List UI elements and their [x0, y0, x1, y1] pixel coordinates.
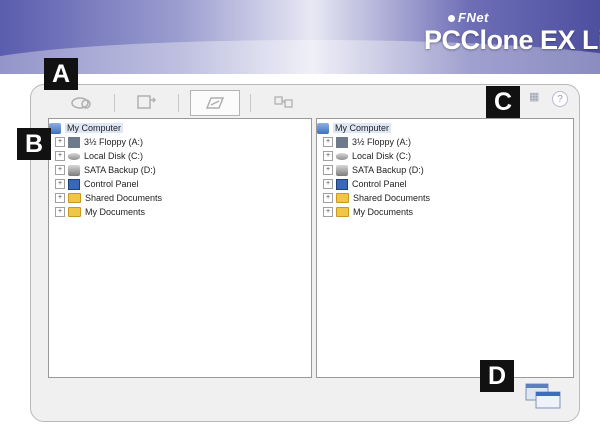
tree-item[interactable]: + Local Disk (C:) — [49, 149, 311, 163]
backup-icon — [71, 97, 91, 109]
toolbar-separator — [178, 94, 179, 112]
callout-d: D — [480, 360, 514, 392]
tree-item[interactable]: + SATA Backup (D:) — [317, 163, 573, 177]
control-panel-icon — [68, 178, 80, 190]
windows-stack-icon — [525, 383, 561, 409]
expand-icon[interactable]: + — [323, 137, 333, 147]
tree-item-label: Local Disk (C:) — [84, 151, 144, 161]
callout-a: A — [44, 58, 78, 90]
app-title: PCClone EX Lite — [424, 25, 600, 55]
tree-root[interactable]: My Computer — [317, 121, 573, 135]
folder-icon — [68, 193, 81, 203]
expand-icon[interactable]: + — [323, 207, 333, 217]
tree-item[interactable]: + 3½ Floppy (A:) — [49, 135, 311, 149]
tree-item-label: Control Panel — [352, 179, 407, 189]
sync-button[interactable] — [190, 90, 240, 116]
help-icon[interactable]: ? — [552, 91, 568, 107]
tree-item-label: Shared Documents — [85, 193, 163, 203]
windows-icon[interactable]: ▦ — [529, 92, 540, 103]
restore-icon — [137, 95, 157, 109]
tree-item[interactable]: + Local Disk (C:) — [317, 149, 573, 163]
expand-icon[interactable]: + — [55, 207, 65, 217]
computer-icon — [317, 122, 329, 134]
hard-disk-icon — [336, 152, 348, 160]
expand-icon[interactable]: + — [55, 151, 65, 161]
backup-drive-icon — [68, 164, 80, 176]
tree-item-label: 3½ Floppy (A:) — [84, 137, 144, 147]
callout-b: B — [17, 128, 51, 160]
tree-item[interactable]: + Shared Documents — [317, 191, 573, 205]
settings-button[interactable] — [260, 90, 308, 114]
tree-item[interactable]: + Shared Documents — [49, 191, 311, 205]
tree-root[interactable]: My Computer — [49, 121, 311, 135]
tree-item[interactable]: + Control Panel — [317, 177, 573, 191]
sync-icon — [205, 97, 225, 109]
source-tree: My Computer + 3½ Floppy (A:) + Local Dis… — [49, 119, 311, 219]
expand-icon[interactable]: + — [55, 179, 65, 189]
brand-small-text: FNet — [458, 10, 489, 25]
expand-icon[interactable]: + — [323, 165, 333, 175]
settings-icon — [274, 96, 293, 108]
tree-item-label: SATA Backup (D:) — [84, 165, 156, 175]
backup-button[interactable] — [58, 90, 106, 114]
brand-dot-icon — [448, 15, 455, 23]
toolbar-separator — [114, 94, 115, 112]
folder-icon — [336, 193, 349, 203]
backup-drive-icon — [336, 164, 348, 176]
destination-tree-pane[interactable]: My Computer + 3½ Floppy (A:) + Local Dis… — [316, 118, 574, 378]
restore-button[interactable] — [122, 90, 170, 114]
toolbar-separator — [250, 94, 251, 112]
floppy-drive-icon — [336, 136, 348, 148]
tree-item-label: Shared Documents — [353, 193, 431, 203]
tree-root-label: My Computer — [65, 123, 124, 133]
brand-small: FNet — [448, 10, 489, 25]
tree-item[interactable]: + SATA Backup (D:) — [49, 163, 311, 177]
expand-icon[interactable]: + — [55, 165, 65, 175]
source-tree-pane[interactable]: My Computer + 3½ Floppy (A:) + Local Dis… — [48, 118, 312, 378]
tree-item[interactable]: + My Documents — [49, 205, 311, 219]
control-panel-icon — [336, 178, 348, 190]
folder-icon — [336, 207, 349, 217]
tree-item-label: Local Disk (C:) — [352, 151, 412, 161]
callout-c: C — [486, 86, 520, 118]
tree-item-label: My Documents — [85, 207, 146, 217]
expand-icon[interactable]: + — [323, 179, 333, 189]
expand-icon[interactable]: + — [55, 193, 65, 203]
tree-item[interactable]: + 3½ Floppy (A:) — [317, 135, 573, 149]
folder-icon — [68, 207, 81, 217]
tree-root-label: My Computer — [333, 123, 392, 133]
destination-tree: My Computer + 3½ Floppy (A:) + Local Dis… — [317, 119, 573, 219]
expand-icon[interactable]: + — [323, 193, 333, 203]
tree-item-label: My Documents — [353, 207, 414, 217]
tree-item-label: 3½ Floppy (A:) — [352, 137, 412, 147]
tree-item[interactable]: + My Documents — [317, 205, 573, 219]
tree-item[interactable]: + Control Panel — [49, 177, 311, 191]
floppy-drive-icon — [68, 136, 80, 148]
expand-icon[interactable]: + — [323, 151, 333, 161]
expand-icon[interactable]: + — [55, 137, 65, 147]
start-clone-button[interactable] — [522, 380, 566, 412]
tree-item-label: SATA Backup (D:) — [352, 165, 424, 175]
toolbar — [54, 90, 554, 116]
hard-disk-icon — [68, 152, 80, 160]
tree-item-label: Control Panel — [84, 179, 139, 189]
